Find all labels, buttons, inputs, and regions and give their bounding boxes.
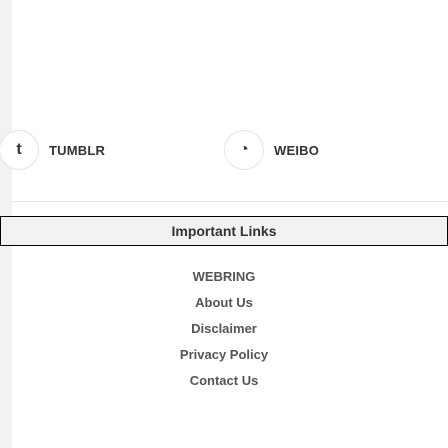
list-item: WEBRING — [0, 265, 448, 289]
webring-link[interactable]: WEBRING — [193, 269, 256, 284]
privacy-policy-link[interactable]: Privacy Policy — [180, 347, 268, 362]
weibo-label: WEIBO — [274, 142, 320, 158]
important-links-list: WEBRING About Us Disclaimer Privacy Poli… — [0, 265, 448, 395]
social-links-row: t TUMBLR ◔ WEIBO — [0, 130, 448, 182]
content-panel: t TUMBLR ◔ WEIBO Important Links WEBRING… — [0, 0, 448, 448]
list-item: About Us — [0, 291, 448, 315]
weibo-icon-glyph: ◔ — [239, 141, 249, 158]
weibo-icon: ◔ — [224, 130, 264, 170]
tumblr-icon: t — [0, 130, 39, 170]
tumblr-share-link[interactable]: t TUMBLR — [0, 130, 105, 170]
weibo-share-link[interactable]: ◔ WEIBO — [224, 130, 319, 170]
tumblr-label: TUMBLR — [49, 142, 106, 158]
disclaimer-link[interactable]: Disclaimer — [191, 321, 257, 336]
contact-us-link[interactable]: Contact Us — [190, 373, 259, 388]
list-item: Disclaimer — [0, 317, 448, 341]
about-us-link[interactable]: About Us — [195, 295, 253, 310]
tumblr-icon-glyph: t — [16, 141, 22, 158]
important-links-header: Important Links — [0, 216, 448, 246]
section-divider — [12, 201, 448, 202]
list-item: Privacy Policy — [0, 343, 448, 367]
list-item: Contact Us — [0, 369, 448, 393]
important-links-title: Important Links — [171, 223, 277, 239]
